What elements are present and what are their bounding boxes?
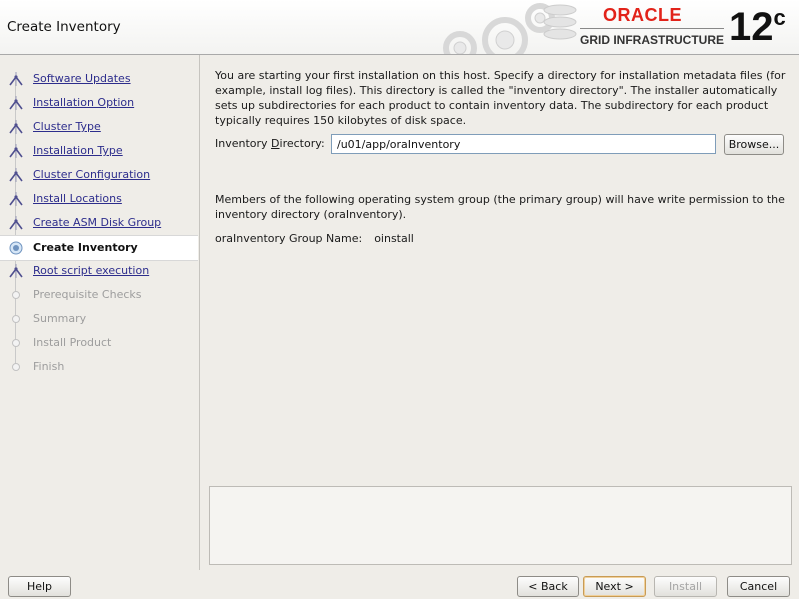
oracle-logo: ORACLE — [603, 5, 682, 25]
install-button[interactable]: Install — [654, 576, 717, 597]
sidebar-step-label: Summary — [33, 312, 87, 325]
sidebar-step-label: Create ASM Disk Group — [33, 216, 162, 229]
sidebar-step-label: Installation Type — [33, 144, 123, 157]
step-current-icon — [9, 241, 23, 255]
step-done-icon — [9, 192, 23, 206]
group-name-row: oraInventory Group Name: oinstall — [215, 232, 414, 245]
version-badge: 12c — [729, 3, 786, 51]
sidebar-step[interactable]: Cluster Configuration — [0, 163, 198, 187]
sidebar-step[interactable]: Create ASM Disk Group — [0, 211, 198, 235]
step-done-icon — [9, 96, 23, 110]
dir-label-part: Inventory — [215, 137, 272, 150]
gears-graphic-icon — [443, 3, 577, 54]
help-button[interactable]: Help — [8, 576, 71, 597]
sidebar-step-label: Software Updates — [33, 72, 131, 85]
group-name-label: oraInventory Group Name: — [215, 232, 363, 245]
cancel-button[interactable]: Cancel — [727, 576, 790, 597]
sidebar-step-label: Install Product — [33, 336, 112, 349]
page-title: Create Inventory — [7, 19, 121, 35]
step-done-icon — [9, 144, 23, 158]
help-label: Help — [26, 580, 53, 593]
next-button[interactable]: Next > — [583, 576, 646, 597]
intro-text: You are starting your first installation… — [215, 69, 786, 127]
browse-button[interactable]: Browse... — [724, 134, 784, 155]
back-button[interactable]: < Back — [517, 576, 579, 597]
sidebar-step: Summary — [0, 307, 198, 331]
sidebar-step-label: Finish — [33, 360, 65, 373]
inventory-directory-input[interactable] — [331, 134, 716, 154]
product-name: GRID INFRASTRUCTURE — [580, 33, 724, 47]
sidebar-step[interactable]: Software Updates — [0, 67, 198, 91]
dir-label-mnemonic: D — [271, 137, 280, 150]
steps-sidebar: Software Updates Installation Option Clust… — [0, 55, 198, 570]
step-done-icon — [9, 264, 23, 278]
sidebar-step[interactable]: Installation Option — [0, 91, 198, 115]
step-pending-icon — [12, 315, 20, 323]
sidebar-step: Prerequisite Checks — [0, 283, 198, 307]
sidebar-step-label: Cluster Configuration — [33, 168, 151, 181]
sidebar-step[interactable]: Install Locations — [0, 187, 198, 211]
step-pending-icon — [12, 339, 20, 347]
sidebar-step-label: Root script execution — [33, 264, 150, 277]
sidebar-step: Install Product — [0, 331, 198, 355]
members-text: Members of the following operating syste… — [215, 193, 785, 221]
sidebar-step[interactable]: Create Inventory — [0, 235, 198, 261]
sidebar-step[interactable]: Installation Type — [0, 139, 198, 163]
sidebar-step-label: Create Inventory — [33, 241, 138, 254]
step-pending-icon — [12, 291, 20, 299]
message-area — [209, 486, 792, 565]
sidebar-step: Finish — [0, 355, 198, 379]
sidebar-step-label: Cluster Type — [33, 120, 101, 133]
sidebar-step[interactable]: Root script execution — [0, 259, 198, 283]
group-name-value: oinstall — [374, 232, 414, 245]
inventory-directory-label: Inventory Directory: — [215, 137, 325, 150]
sidebar-step-label: Install Locations — [33, 192, 122, 205]
main-panel: You are starting your first installation… — [199, 55, 799, 570]
header-banner: Create Inventory ORACLE GRID INFRASTRUCT… — [0, 0, 799, 55]
sidebar-step-label: Prerequisite Checks — [33, 288, 142, 301]
sidebar-step-label: Installation Option — [33, 96, 135, 109]
step-done-icon — [9, 216, 23, 230]
step-pending-icon — [12, 363, 20, 371]
step-done-icon — [9, 120, 23, 134]
version-suffix: c — [773, 5, 786, 30]
sidebar-step[interactable]: Cluster Type — [0, 115, 198, 139]
version-number: 12 — [729, 5, 774, 49]
logo-divider — [580, 28, 724, 29]
dir-label-part: irectory: — [279, 137, 325, 150]
step-done-icon — [9, 168, 23, 182]
step-done-icon — [9, 72, 23, 86]
